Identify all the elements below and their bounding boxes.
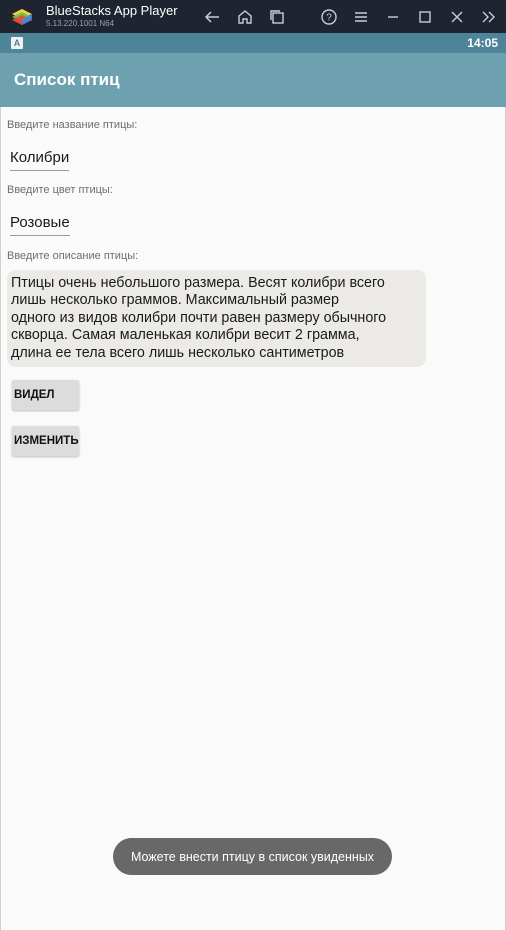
action-bar: Список птиц (0, 53, 506, 107)
description-line: лишь несколько граммов. Максимальный раз… (11, 292, 339, 309)
home-icon[interactable] (235, 7, 255, 27)
status-time: 14:05 (467, 36, 498, 50)
bird-color-input[interactable]: Розовые (10, 214, 70, 236)
bird-name-input[interactable]: Колибри (10, 149, 70, 171)
minimize-icon[interactable] (383, 7, 403, 27)
window-title: BlueStacks App Player (46, 3, 178, 18)
description-line: одного из видов колибри почти равен разм… (11, 309, 387, 326)
back-icon[interactable] (203, 7, 223, 27)
page-title: Список птиц (14, 70, 120, 89)
app-content: Введите название птицы: Колибри Введите … (0, 107, 506, 930)
description-line: скворца. Самая маленькая колибри весит 2… (11, 327, 360, 344)
seen-button[interactable]: ВИДЕЛ (12, 380, 79, 410)
maximize-icon[interactable] (415, 7, 435, 27)
description-line: длина ее тела всего лишь несколько санти… (11, 344, 345, 361)
svg-text:?: ? (326, 13, 332, 24)
description-line: Птицы очень небольшого размера. Весят ко… (11, 275, 385, 291)
edit-button[interactable]: ИЗМЕНИТЬ (12, 426, 79, 456)
close-icon[interactable] (447, 7, 467, 27)
bird-description-input[interactable]: Птицы очень небольшого размера. Весят ко… (7, 270, 426, 367)
status-bar: A 14:05 (0, 33, 506, 53)
multi-instance-icon[interactable] (267, 7, 287, 27)
bird-name-label: Введите название птицы: (7, 119, 138, 131)
bird-description-label: Введите описание птицы: (7, 250, 139, 262)
menu-icon[interactable] (351, 7, 371, 27)
bird-color-label: Введите цвет птицы: (7, 184, 113, 196)
toast-message: Можете внести птицу в список увиденных (113, 838, 392, 875)
window-titlebar: BlueStacks App Player 5.13.220.1001 N64 … (0, 0, 506, 33)
notification-icon: A (11, 37, 23, 49)
help-icon[interactable]: ? (319, 7, 339, 27)
window-version: 5.13.220.1001 N64 (46, 19, 115, 28)
bluestacks-logo-icon (10, 6, 34, 28)
sidebar-toggle-icon[interactable] (478, 7, 498, 27)
